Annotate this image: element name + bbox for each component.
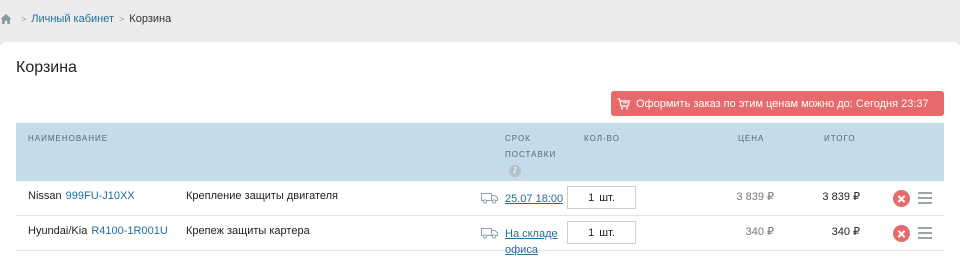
column-header-delivery-line1: СРОК — [505, 134, 531, 143]
column-header-delivery-line2: ПОСТАВКИ — [505, 150, 557, 159]
breadcrumb: > Личный кабинет > Корзина — [0, 9, 171, 29]
order-deadline-banner: Оформить заказ по этим ценам можно до: С… — [611, 91, 944, 116]
item-total: 3 839 ₽ — [822, 191, 860, 203]
menu-icon[interactable] — [918, 227, 932, 239]
item-delivery-line2: офиса — [505, 244, 538, 256]
item-brand: Nissan 999FU-J10XX — [28, 190, 135, 202]
truck-icon — [481, 228, 498, 239]
breadcrumb-link-account[interactable]: Личный кабинет — [31, 13, 114, 25]
info-icon[interactable]: i — [509, 165, 521, 177]
item-total: 340 ₽ — [831, 226, 860, 238]
cart-table: НАИМЕНОВАНИЕ СРОК ПОСТАВКИ i КОЛ-ВО ЦЕНА… — [16, 123, 944, 256]
page-title: Корзина — [16, 59, 77, 76]
column-header-name: НАИМЕНОВАНИЕ — [28, 134, 109, 143]
item-brand-name: Hyundai/Kia — [28, 225, 88, 237]
quantity-value: 1 — [588, 226, 595, 239]
home-icon[interactable] — [0, 13, 12, 25]
item-price: 340 ₽ — [745, 226, 774, 238]
cart-card: Корзина Оформить заказ по этим ценам мож… — [0, 42, 960, 272]
quantity-input[interactable]: 1 шт. — [567, 221, 636, 244]
column-header-total: ИТОГО — [824, 134, 856, 143]
table-row: Hyundai/Kia R4100-1R001U Крепеж защиты ка… — [16, 216, 944, 256]
column-header-delivery: СРОК ПОСТАВКИ i — [505, 131, 556, 179]
remove-icon[interactable] — [893, 190, 910, 207]
table-header: НАИМЕНОВАНИЕ СРОК ПОСТАВКИ i КОЛ-ВО ЦЕНА… — [16, 123, 944, 181]
breadcrumb-separator: > — [21, 14, 27, 24]
menu-icon[interactable] — [918, 192, 932, 204]
item-delivery-line1: На складе — [505, 228, 558, 240]
item-description: Крепеж защиты картера — [186, 225, 310, 237]
item-delivery-line1: 25.07 18:00 — [505, 193, 564, 205]
order-deadline-text: Оформить заказ по этим ценам можно до: С… — [636, 97, 929, 110]
remove-icon[interactable] — [893, 225, 910, 242]
quantity-unit: шт. — [599, 191, 615, 204]
quantity-value: 1 — [588, 191, 595, 204]
column-header-price: ЦЕНА — [738, 134, 765, 143]
item-article-link[interactable]: R4100-1R001U — [91, 225, 167, 237]
breadcrumb-current: Корзина — [129, 13, 172, 25]
item-delivery-link[interactable]: 25.07 18:00 — [505, 191, 563, 207]
column-header-qty: КОЛ-ВО — [584, 134, 620, 143]
item-article-link[interactable]: 999FU-J10XX — [66, 190, 135, 202]
truck-icon — [481, 193, 498, 204]
item-brand: Hyundai/Kia R4100-1R001U — [28, 225, 168, 237]
breadcrumb-separator: > — [119, 14, 125, 24]
item-delivery-link[interactable]: На складе офиса — [505, 226, 558, 258]
cart-icon — [617, 97, 630, 109]
quantity-input[interactable]: 1 шт. — [567, 186, 636, 209]
item-description: Крепление защиты двигателя — [186, 190, 338, 202]
quantity-unit: шт. — [599, 226, 615, 239]
item-price: 3 839 ₽ — [736, 191, 774, 203]
table-row: Nissan 999FU-J10XX Крепление защиты двига… — [16, 181, 944, 216]
item-brand-name: Nissan — [28, 190, 62, 202]
